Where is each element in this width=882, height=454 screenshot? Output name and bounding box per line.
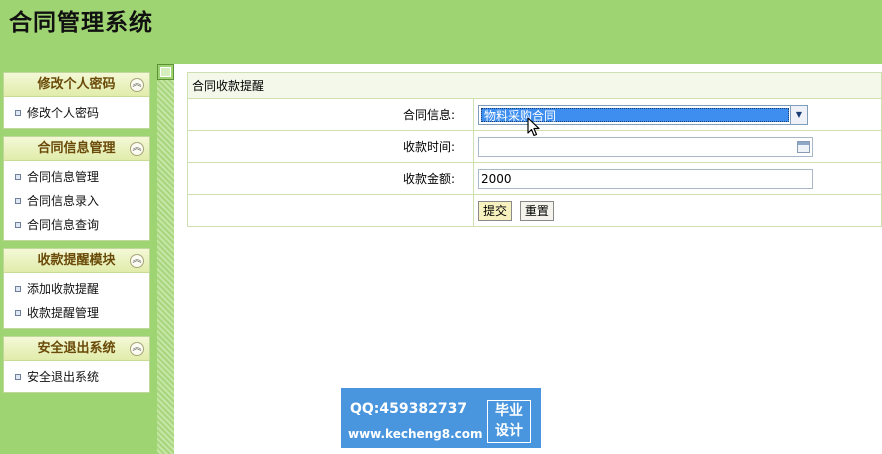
sidebar-item-label: 添加收款提醒 xyxy=(27,282,100,296)
sidebar-item-reminder-manage[interactable]: 收款提醒管理 xyxy=(4,301,149,325)
watermark-badge: 毕业 设计 xyxy=(487,400,531,443)
sidebar-item-label: 合同信息查询 xyxy=(27,218,100,232)
calendar-icon[interactable] xyxy=(797,140,810,153)
watermark-badge-line2: 设计 xyxy=(495,423,523,439)
collapse-up-icon[interactable]: ︽ xyxy=(130,78,144,92)
bullet-icon xyxy=(15,374,21,380)
bullet-icon xyxy=(15,198,21,204)
sidebar-toggle-icon[interactable] xyxy=(157,64,174,80)
sidebar-panel-logout: 安全退出系统 ︽ 安全退出系统 xyxy=(3,336,150,393)
sidebar-panel-password: 修改个人密码 ︽ 修改个人密码 xyxy=(3,72,150,129)
watermark-banner: QQ:459382737 www.kecheng8.com 毕业 设计 xyxy=(341,388,541,448)
sidebar-panel-title: 修改个人密码 xyxy=(37,77,116,92)
sidebar-panel-title: 合同信息管理 xyxy=(37,141,116,156)
collapse-up-icon[interactable]: ︽ xyxy=(130,342,144,356)
sidebar-panel-reminder: 收款提醒模块 ︽ 添加收款提醒 收款提醒管理 xyxy=(3,248,150,329)
sidebar-item-label: 安全退出系统 xyxy=(27,370,100,384)
watermark-badge-line1: 毕业 xyxy=(495,403,523,419)
bullet-icon xyxy=(15,310,21,316)
watermark-site: www.kecheng8.com xyxy=(348,427,483,441)
mouse-cursor-icon xyxy=(527,117,540,137)
contract-label: 合同信息: xyxy=(187,98,474,131)
sidebar-panel-header[interactable]: 修改个人密码 ︽ xyxy=(4,73,149,97)
app-title: 合同管理系统 xyxy=(9,10,153,36)
sidebar-panel-contract: 合同信息管理 ︽ 合同信息管理 合同信息录入 合同信息查询 xyxy=(3,136,150,241)
dropdown-arrow-icon[interactable]: ▼ xyxy=(790,105,807,124)
reminder-form: 合同收款提醒 合同信息: 物料采购合同 ▼ 收款时间: 收款金额: 2000 提… xyxy=(187,72,882,227)
sidebar-item-label: 收款提醒管理 xyxy=(27,306,100,320)
bullet-icon xyxy=(15,286,21,292)
sidebar-item-add-reminder[interactable]: 添加收款提醒 xyxy=(4,277,149,301)
sidebar-item-change-password[interactable]: 修改个人密码 xyxy=(4,101,149,125)
form-caption: 合同收款提醒 xyxy=(187,72,882,99)
collapse-up-icon[interactable]: ︽ xyxy=(130,254,144,268)
collapse-up-icon[interactable]: ︽ xyxy=(130,142,144,156)
payment-time-input[interactable] xyxy=(478,136,813,157)
reset-button[interactable]: 重置 xyxy=(519,200,554,221)
sidebar-panel-header[interactable]: 收款提醒模块 ︽ xyxy=(4,249,149,273)
sidebar-panel-title: 安全退出系统 xyxy=(37,341,116,356)
sidebar-item-logout[interactable]: 安全退出系统 xyxy=(4,365,149,389)
sidebar-item-contract-query[interactable]: 合同信息查询 xyxy=(4,213,149,237)
bullet-icon xyxy=(15,222,21,228)
header-bar: 合同管理系统 xyxy=(0,0,882,64)
sidebar-panel-header[interactable]: 合同信息管理 ︽ xyxy=(4,137,149,161)
sidebar-item-contract-manage[interactable]: 合同信息管理 xyxy=(4,165,149,189)
bullet-icon xyxy=(15,174,21,180)
sidebar-item-label: 合同信息录入 xyxy=(27,194,100,208)
sidebar-item-label: 合同信息管理 xyxy=(27,170,100,184)
bullet-icon xyxy=(15,110,21,116)
sidebar: 修改个人密码 ︽ 修改个人密码 合同信息管理 ︽ 合同信息管理 合同信息录入 合… xyxy=(0,64,157,454)
sidebar-item-contract-entry[interactable]: 合同信息录入 xyxy=(4,189,149,213)
sidebar-splitter[interactable] xyxy=(157,64,174,454)
sidebar-panel-title: 收款提醒模块 xyxy=(37,253,116,268)
amount-label: 收款金额: xyxy=(187,162,474,195)
sidebar-item-label: 修改个人密码 xyxy=(27,106,100,120)
time-label: 收款时间: xyxy=(187,130,474,163)
submit-button[interactable]: 提交 xyxy=(478,200,513,221)
payment-amount-input[interactable]: 2000 xyxy=(478,168,813,189)
sidebar-panel-header[interactable]: 安全退出系统 ︽ xyxy=(4,337,149,361)
watermark-qq: QQ:459382737 xyxy=(350,401,468,417)
